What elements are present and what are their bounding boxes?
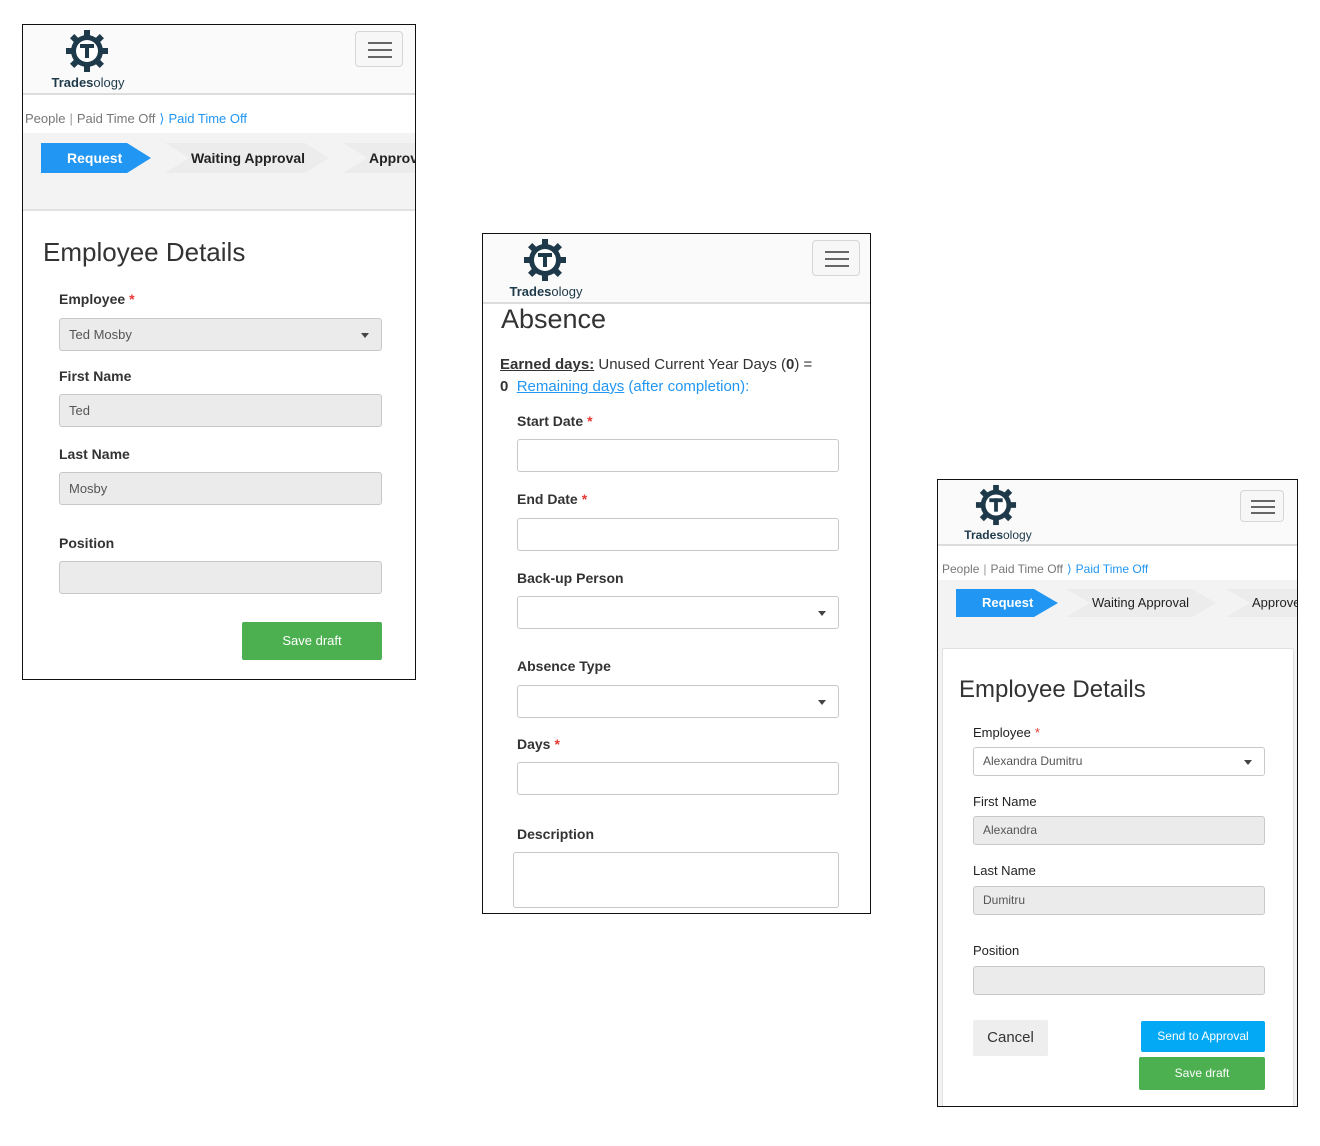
backup-person-label: Back-up Person — [517, 570, 624, 586]
caret-down-icon — [818, 611, 826, 616]
last-name-label: Last Name — [973, 863, 1036, 878]
first-name-label: First Name — [973, 794, 1037, 809]
days-label: Days * — [517, 736, 560, 752]
first-name-field[interactable]: Alexandra — [973, 816, 1265, 845]
employee-label: Employee * — [59, 291, 135, 307]
breadcrumb-people[interactable]: People — [942, 562, 979, 576]
earned-total: 0 — [500, 378, 509, 395]
gear-t-icon — [975, 484, 1017, 526]
end-date-input[interactable] — [517, 518, 839, 551]
workflow-steps: Request Waiting Approval Approv — [41, 143, 416, 173]
last-name-field[interactable]: Mosby — [59, 472, 382, 505]
screen-employee-details-ted: Tradesology People | Paid Time Off ⟩ Paid Ti… — [22, 24, 416, 680]
start-date-input[interactable] — [517, 439, 839, 472]
earned-days-summary: Earned days: Unused Current Year Days (0… — [500, 356, 813, 395]
breadcrumb-current: Paid Time Off — [1075, 562, 1149, 576]
gear-t-icon — [524, 239, 566, 281]
card-title: Employee Details — [959, 676, 1146, 703]
step-request[interactable]: Request — [41, 143, 151, 173]
employee-select-value: Alexandra Dumitru — [983, 754, 1083, 768]
position-field[interactable] — [973, 966, 1265, 995]
employee-select[interactable]: Alexandra Dumitru — [973, 747, 1265, 776]
screen-employee-details-alexandra: Tradesology People | Paid Time Off ⟩ Paid Ti… — [937, 479, 1298, 1107]
step-waiting-approval[interactable]: Waiting Approval — [165, 143, 329, 173]
breadcrumb-people[interactable]: People — [25, 111, 65, 126]
menu-hamburger-button[interactable] — [812, 240, 860, 276]
gear-t-icon — [66, 30, 108, 72]
remaining-days-link[interactable]: Remaining days (after completion): — [517, 378, 750, 395]
days-input[interactable] — [517, 762, 839, 795]
chevron-right-icon: ⟩ — [159, 111, 165, 126]
divider — [23, 209, 415, 211]
send-to-approval-button[interactable]: Send to Approval — [1141, 1021, 1265, 1052]
breadcrumb-current: Paid Time Off — [168, 111, 247, 126]
last-name-label: Last Name — [59, 446, 130, 462]
description-label: Description — [517, 826, 595, 842]
earned-days-label: Earned days: — [500, 356, 595, 373]
position-field[interactable] — [59, 561, 382, 594]
tradesology-logo[interactable]: Tradesology — [501, 238, 591, 300]
position-label: Position — [59, 535, 115, 551]
position-label: Position — [973, 943, 1020, 958]
employee-select[interactable]: Ted Mosby — [59, 318, 382, 351]
caret-down-icon — [818, 700, 826, 705]
last-name-field[interactable]: Dumitru — [973, 886, 1265, 915]
tradesology-logo[interactable]: Tradesology — [953, 484, 1043, 546]
breadcrumb-separator: | — [983, 562, 987, 576]
caret-down-icon — [361, 333, 369, 338]
app-bar: Tradesology — [23, 25, 415, 95]
save-draft-button[interactable]: Save draft — [242, 622, 382, 660]
breadcrumb-paid-time-off[interactable]: Paid Time Off — [77, 111, 156, 126]
first-name-field[interactable]: Ted — [59, 394, 382, 427]
step-approved[interactable]: Approve — [1226, 589, 1298, 617]
absence-type-select[interactable] — [517, 685, 839, 718]
absence-type-label: Absence Type — [517, 658, 611, 674]
screen-absence: Tradesology Absence Earned days: Unused … — [482, 233, 871, 914]
breadcrumb-paid-time-off[interactable]: Paid Time Off — [991, 562, 1063, 576]
save-draft-button[interactable]: Save draft — [1139, 1057, 1265, 1090]
menu-hamburger-button[interactable] — [1240, 490, 1284, 522]
breadcrumb-separator: | — [69, 111, 73, 126]
breadcrumb: People | Paid Time Off ⟩ Paid Time Off — [25, 111, 247, 127]
employee-label: Employee * — [973, 725, 1040, 740]
start-date-label: Start Date * — [517, 413, 593, 429]
caret-down-icon — [1244, 760, 1252, 765]
chevron-right-icon: ⟩ — [1066, 562, 1072, 576]
end-date-label: End Date * — [517, 491, 588, 507]
logo-wordmark: Tradesology — [51, 75, 125, 90]
description-textarea[interactable] — [513, 852, 839, 908]
section-title: Absence — [501, 304, 607, 334]
card-title: Employee Details — [43, 237, 246, 267]
logo-wordmark: Tradesology — [964, 528, 1032, 542]
workflow-steps: Request Waiting Approval Approve — [956, 589, 1298, 617]
backup-person-select[interactable] — [517, 596, 839, 629]
step-waiting-approval[interactable]: Waiting Approval — [1066, 589, 1216, 617]
employee-select-value: Ted Mosby — [69, 327, 132, 342]
menu-hamburger-button[interactable] — [355, 31, 403, 67]
first-name-label: First Name — [59, 368, 132, 384]
breadcrumb: People | Paid Time Off ⟩ Paid Time Off — [942, 562, 1148, 576]
step-approved[interactable]: Approv — [343, 143, 416, 173]
tradesology-logo[interactable]: Tradesology — [43, 29, 133, 91]
cancel-button[interactable]: Cancel — [973, 1020, 1048, 1056]
logo-wordmark: Tradesology — [509, 284, 583, 299]
app-bar: Tradesology — [938, 480, 1297, 546]
step-request[interactable]: Request — [956, 589, 1058, 617]
app-bar: Tradesology — [483, 234, 870, 304]
